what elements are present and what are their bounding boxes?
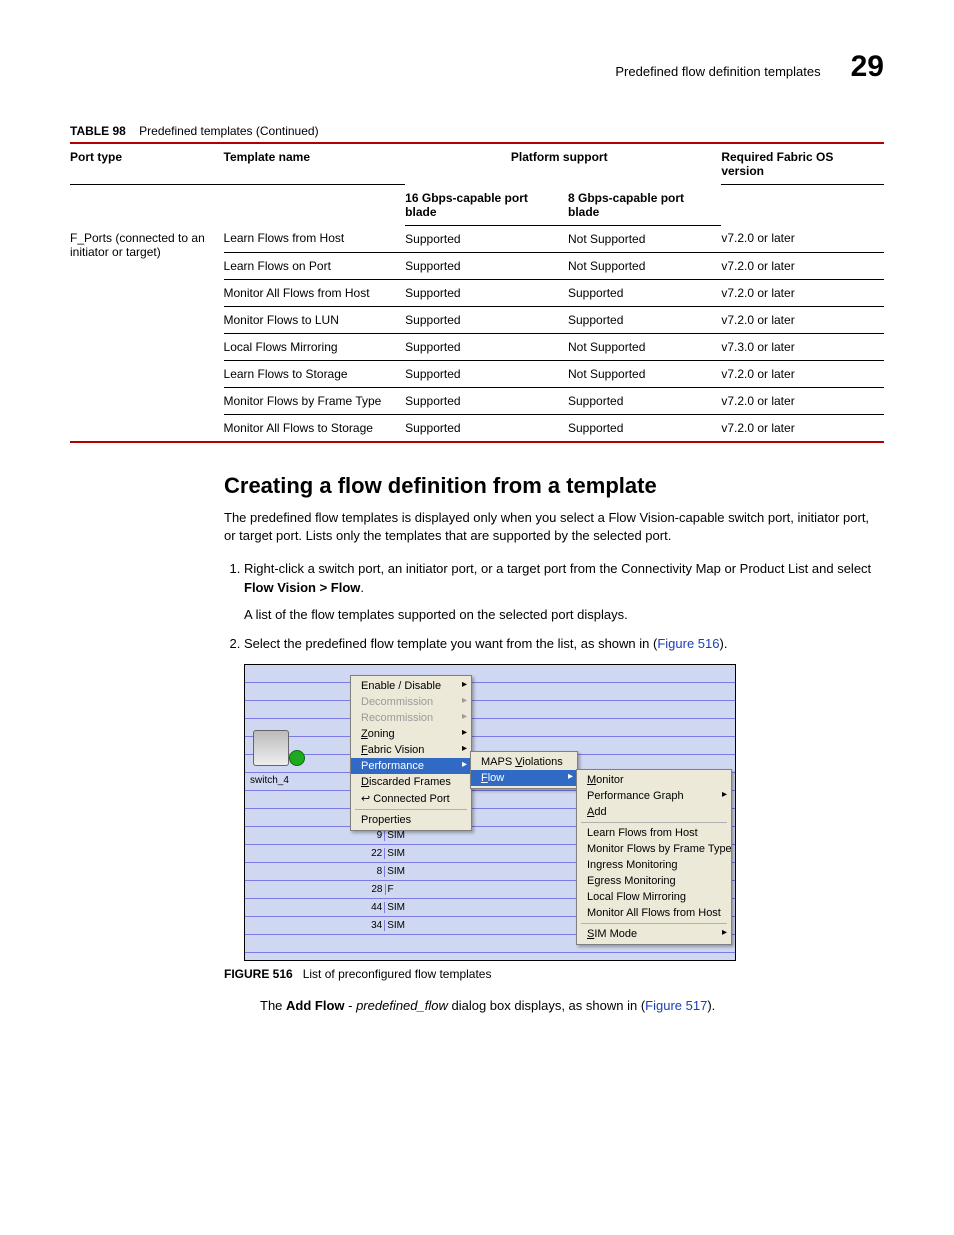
cell-template: Local Flows Mirroring bbox=[224, 333, 406, 360]
figure-516: switch_4 25SIMSISISISIEE9SIM22SIM8SIM28F… bbox=[244, 664, 736, 961]
cell-template: Learn Flows from Host bbox=[224, 225, 406, 252]
step-1-sub: A list of the flow templates supported o… bbox=[244, 606, 884, 625]
table-label-text: Predefined templates (Continued) bbox=[139, 124, 318, 138]
cell-pb8: Supported bbox=[568, 414, 721, 442]
table-row: F_Ports (connected to an initiator or ta… bbox=[70, 225, 884, 252]
cell-template: Monitor All Flows to Storage bbox=[224, 414, 406, 442]
port-row: 22SIM bbox=[365, 845, 405, 863]
port-row: 28F bbox=[365, 881, 405, 899]
cell-pb16: Supported bbox=[405, 279, 568, 306]
cell-os: v7.2.0 or later bbox=[721, 414, 884, 442]
cell-pb8: Supported bbox=[568, 279, 721, 306]
mi-flow[interactable]: Flow bbox=[471, 770, 577, 786]
port-row: 8SIM bbox=[365, 863, 405, 881]
cell-template: Monitor Flows to LUN bbox=[224, 306, 406, 333]
mi-monitor-all-flows-from-host[interactable]: Monitor All Flows from Host bbox=[577, 905, 731, 921]
switch-icon bbox=[253, 730, 289, 766]
mi-recommission: Recommission bbox=[351, 710, 471, 726]
context-menu-level-3[interactable]: Monitor Performance Graph Add Learn Flow… bbox=[576, 769, 732, 945]
predefined-templates-table: Port type Template name Platform support… bbox=[70, 142, 884, 443]
cell-template: Learn Flows on Port bbox=[224, 252, 406, 279]
col-16gbps: 16 Gbps-capable port blade bbox=[405, 185, 568, 226]
mi-learn-flows-from-host[interactable]: Learn Flows from Host bbox=[577, 825, 731, 841]
mi-monitor[interactable]: Monitor bbox=[577, 772, 731, 788]
cell-pb8: Supported bbox=[568, 306, 721, 333]
cell-pb8: Not Supported bbox=[568, 360, 721, 387]
cell-pb16: Supported bbox=[405, 360, 568, 387]
cell-pb8: Not Supported bbox=[568, 333, 721, 360]
mi-sim-mode[interactable]: SIM Mode bbox=[577, 926, 731, 942]
cell-pb8: Not Supported bbox=[568, 252, 721, 279]
header-title: Predefined flow definition templates bbox=[615, 64, 820, 79]
cell-pb16: Supported bbox=[405, 306, 568, 333]
cell-template: Learn Flows to Storage bbox=[224, 360, 406, 387]
context-menu-level-2[interactable]: MAPS Violations Flow bbox=[470, 751, 578, 789]
mi-monitor-flows-by-frame-type[interactable]: Monitor Flows by Frame Type bbox=[577, 841, 731, 857]
cell-os: v7.2.0 or later bbox=[721, 360, 884, 387]
mi-performance-graph[interactable]: Performance Graph bbox=[577, 788, 731, 804]
mi-performance[interactable]: Performance bbox=[351, 758, 471, 774]
mi-maps-violations[interactable]: MAPS Violations bbox=[471, 754, 577, 770]
page-header: Predefined flow definition templates 29 bbox=[70, 50, 884, 84]
cell-pb16: Supported bbox=[405, 225, 568, 252]
col-platform-support: Platform support bbox=[405, 143, 721, 185]
mi-ingress-monitoring[interactable]: Ingress Monitoring bbox=[577, 857, 731, 873]
cell-pb8: Supported bbox=[568, 387, 721, 414]
step-1: Right-click a switch port, an initiator … bbox=[244, 560, 884, 625]
mi-decommission: Decommission bbox=[351, 694, 471, 710]
mi-fabric-vision[interactable]: Fabric Vision bbox=[351, 742, 471, 758]
cell-template: Monitor Flows by Frame Type bbox=[224, 387, 406, 414]
mi-add[interactable]: Add bbox=[577, 804, 731, 820]
cell-os: v7.2.0 or later bbox=[721, 306, 884, 333]
switch-label: switch_4 bbox=[250, 775, 289, 786]
table-caption: TABLE 98 Predefined templates (Continued… bbox=[70, 124, 884, 138]
cell-os: v7.3.0 or later bbox=[721, 333, 884, 360]
step-2-result: The Add Flow - predefined_flow dialog bo… bbox=[260, 997, 884, 1016]
col-port-type: Port type bbox=[70, 143, 224, 185]
cell-port-type: F_Ports (connected to an initiator or ta… bbox=[70, 225, 224, 442]
col-required-os: Required Fabric OS version bbox=[721, 143, 884, 185]
section-heading: Creating a flow definition from a templa… bbox=[224, 473, 884, 499]
table-label-prefix: TABLE 98 bbox=[70, 124, 126, 138]
col-8gbps: 8 Gbps-capable port blade bbox=[568, 185, 721, 226]
mi-discarded-frames[interactable]: Discarded Frames bbox=[351, 774, 471, 790]
cell-pb16: Supported bbox=[405, 387, 568, 414]
port-row: 34SIM bbox=[365, 917, 405, 935]
step-2: Select the predefined flow template you … bbox=[244, 635, 884, 654]
mi-properties[interactable]: Properties bbox=[351, 812, 471, 828]
cell-os: v7.2.0 or later bbox=[721, 252, 884, 279]
cell-os: v7.2.0 or later bbox=[721, 387, 884, 414]
mi-zoning[interactable]: Zoning bbox=[351, 726, 471, 742]
cell-pb16: Supported bbox=[405, 333, 568, 360]
status-dot-icon bbox=[289, 750, 305, 766]
figure-517-link[interactable]: Figure 517 bbox=[645, 998, 707, 1013]
mi-connected-port[interactable]: ↩ Connected Port bbox=[351, 790, 471, 807]
cell-pb8: Not Supported bbox=[568, 225, 721, 252]
cell-pb16: Supported bbox=[405, 414, 568, 442]
mi-local-flow-mirroring[interactable]: Local Flow Mirroring bbox=[577, 889, 731, 905]
context-menu-level-1[interactable]: Enable / Disable Decommission Recommissi… bbox=[350, 675, 472, 831]
intro-paragraph: The predefined flow templates is display… bbox=[224, 509, 884, 547]
cell-template: Monitor All Flows from Host bbox=[224, 279, 406, 306]
cell-os: v7.2.0 or later bbox=[721, 225, 884, 252]
mi-enable-disable[interactable]: Enable / Disable bbox=[351, 678, 471, 694]
cell-pb16: Supported bbox=[405, 252, 568, 279]
col-template-name: Template name bbox=[224, 143, 406, 185]
cell-os: v7.2.0 or later bbox=[721, 279, 884, 306]
figure-516-caption: FIGURE 516 List of preconfigured flow te… bbox=[224, 967, 884, 981]
figure-516-link[interactable]: Figure 516 bbox=[657, 636, 719, 651]
mi-egress-monitoring[interactable]: Egress Monitoring bbox=[577, 873, 731, 889]
chapter-number: 29 bbox=[851, 50, 884, 84]
port-row: 44SIM bbox=[365, 899, 405, 917]
